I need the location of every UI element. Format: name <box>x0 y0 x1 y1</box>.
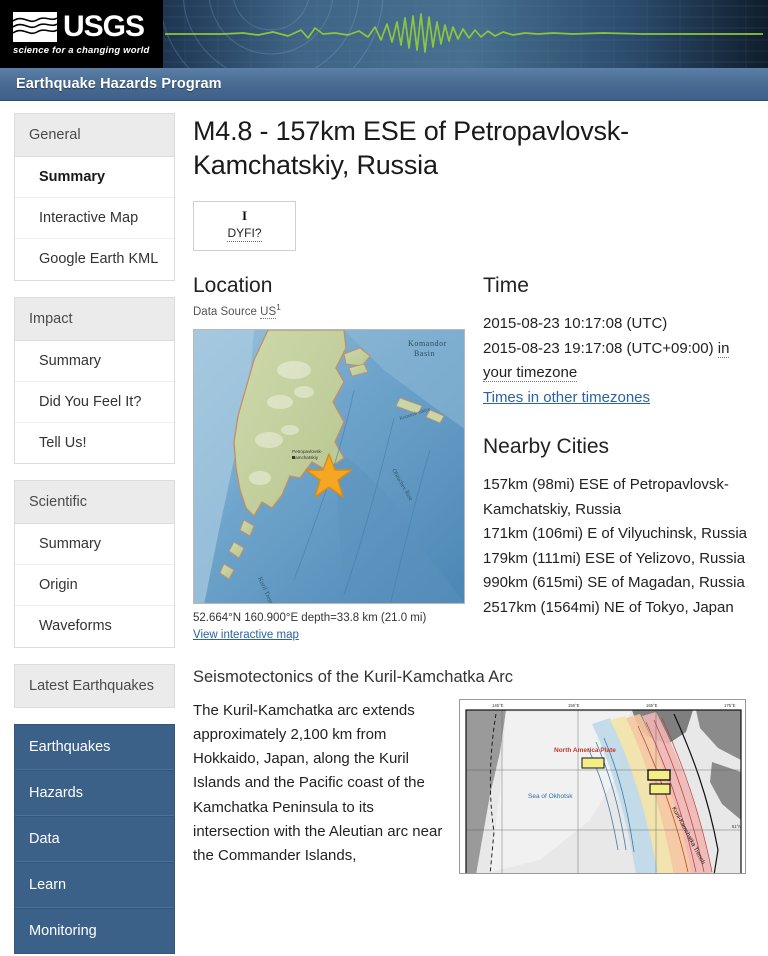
main-content: M4.8 - 157km ESE of Petropavlovsk-Kamcha… <box>185 101 768 874</box>
seismotectonics-heading: Seismotectonics of the Kuril-Kamchatka A… <box>193 667 514 686</box>
svg-text:145°E: 145°E <box>492 703 504 708</box>
nav-group-header-general: General <box>15 114 174 158</box>
svg-text:North America Plate: North America Plate <box>554 747 616 754</box>
program-title: Earthquake Hazards Program <box>16 76 222 92</box>
usgs-logo[interactable]: USGS science for a changing world <box>0 0 163 68</box>
usgs-earthquake-page: USGS science for a changing world Earthq… <box>0 0 768 956</box>
tectonic-map-image[interactable]: North America Plate Sea of Okhotsk Kuril… <box>459 698 746 874</box>
nav-group-scientific: Scientific Summary Origin Waveforms <box>14 480 175 648</box>
map-caption: 52.664°N 160.900°E depth=33.8 km (21.0 m… <box>193 610 465 643</box>
list-item: 990km (615mi) SE of Magadan, Russia <box>483 574 745 592</box>
svg-text:Basin: Basin <box>414 349 435 358</box>
data-source-footnote: 1 <box>276 302 281 313</box>
sidebar-item-monitoring[interactable]: Monitoring <box>15 908 174 953</box>
location-map[interactable]: Komandor Basin Komandorskiye Obruchev Ri… <box>193 329 465 605</box>
nearby-cities-heading: Nearby Cities <box>483 435 610 459</box>
view-interactive-map-link[interactable]: View interactive map <box>193 629 299 641</box>
svg-text:165°E: 165°E <box>646 703 658 708</box>
nav-group-header-impact: Impact <box>15 297 174 341</box>
time-values: 2015-08-23 10:17:08 (UTC) 2015-08-23 19:… <box>483 312 748 410</box>
sidebar-item-tell-us[interactable]: Tell Us! <box>15 423 174 463</box>
nav-group-general: General Summary Interactive Map Google E… <box>14 113 175 281</box>
page-body: General Summary Interactive Map Google E… <box>0 101 768 956</box>
sidebar-item-google-earth-kml[interactable]: Google Earth KML <box>15 239 174 279</box>
svg-text:Komandor: Komandor <box>408 339 447 348</box>
sidebar-item-waveforms[interactable]: Waveforms <box>15 606 174 646</box>
dyfi-roman-numeral: I <box>241 207 248 223</box>
list-item: 157km (98mi) ESE of Petropavlovsk-Kamcha… <box>483 476 729 518</box>
seismotectonics-paragraph: The Kuril-Kamchatka arc extends approxim… <box>193 701 443 865</box>
time-and-cities-column: Time 2015-08-23 10:17:08 (UTC) 2015-08-2… <box>483 273 748 620</box>
svg-text:Kamchatskiy: Kamchatskiy <box>292 455 319 460</box>
nearby-cities-list: 157km (98mi) ESE of Petropavlovsk-Kamcha… <box>483 473 748 620</box>
sidebar-item-learn[interactable]: Learn <box>15 862 174 909</box>
svg-text:175°E: 175°E <box>724 703 736 708</box>
sidebar-item-hazards[interactable]: Hazards <box>15 769 174 816</box>
summary-columns: Location Data Source US1 Komandor Basin … <box>193 273 748 643</box>
list-item: 2517km (1564mi) NE of Tokyo, Japan <box>483 598 734 616</box>
program-title-bar: Earthquake Hazards Program <box>0 68 768 101</box>
sidebar-item-did-you-feel-it[interactable]: Did You Feel It? <box>15 382 174 423</box>
nav-group-header-scientific: Scientific <box>15 481 174 525</box>
dyfi-intensity-button[interactable]: I DYFI? <box>193 200 296 252</box>
usgs-wave-mark-icon <box>13 12 57 42</box>
usgs-wordmark: USGS <box>63 10 145 43</box>
sidebar: General Summary Interactive Map Google E… <box>0 101 185 956</box>
sidebar-item-data[interactable]: Data <box>15 815 174 862</box>
svg-text:Petropavlovsk-: Petropavlovsk- <box>292 449 323 454</box>
usgs-tagline: science for a changing world <box>13 45 150 56</box>
nav-group-latest-earthquakes[interactable]: Latest Earthquakes <box>14 663 175 708</box>
svg-text:51°N: 51°N <box>732 824 741 829</box>
sidebar-item-interactive-map[interactable]: Interactive Map <box>15 198 174 240</box>
time-local-row: 2015-08-23 19:17:08 (UTC+09:00) in your … <box>483 337 748 386</box>
svg-text:Sea of Okhotsk: Sea of Okhotsk <box>528 793 573 800</box>
list-item: 179km (111mi) ESE of Yelizovo, Russia <box>483 549 746 567</box>
times-other-timezones-link[interactable]: Times in other timezones <box>483 389 650 406</box>
epicenter-coordinates: 52.664°N 160.900°E depth=33.8 km (21.0 m… <box>193 612 427 625</box>
data-source-line: Data Source US1 <box>193 302 465 320</box>
data-source-value[interactable]: US <box>260 306 277 320</box>
seismogram-banner-image <box>163 0 768 68</box>
location-section: Location Data Source US1 Komandor Basin … <box>193 273 465 643</box>
nav-group-site-sections: Earthquakes Hazards Data Learn Monitorin… <box>14 723 175 955</box>
sidebar-item-scientific-summary[interactable]: Summary <box>15 524 174 566</box>
sidebar-item-earthquakes[interactable]: Earthquakes <box>15 725 174 770</box>
sidebar-item-general-summary[interactable]: Summary <box>15 157 174 199</box>
nav-group-impact: Impact Summary Did You Feel It? Tell Us! <box>14 296 175 464</box>
seismotectonics-body: The Kuril-Kamchatka arc extends approxim… <box>193 698 748 874</box>
sidebar-item-impact-summary[interactable]: Summary <box>15 341 174 382</box>
dyfi-label[interactable]: DYFI? <box>227 226 262 243</box>
time-utc: 2015-08-23 10:17:08 (UTC) <box>483 315 668 333</box>
data-source-prefix: Data Source <box>193 306 257 319</box>
svg-text:155°E: 155°E <box>568 703 580 708</box>
sidebar-item-latest-earthquakes[interactable]: Latest Earthquakes <box>15 664 174 707</box>
time-local: 2015-08-23 19:17:08 (UTC+09:00) <box>483 339 714 357</box>
sidebar-item-origin[interactable]: Origin <box>15 565 174 607</box>
site-header: USGS science for a changing world <box>0 0 768 68</box>
list-item: 171km (106mi) E of Vilyuchinsk, Russia <box>483 525 747 543</box>
time-heading: Time <box>483 274 529 298</box>
location-heading: Location <box>193 274 273 298</box>
page-title: M4.8 - 157km ESE of Petropavlovsk-Kamcha… <box>193 116 629 180</box>
